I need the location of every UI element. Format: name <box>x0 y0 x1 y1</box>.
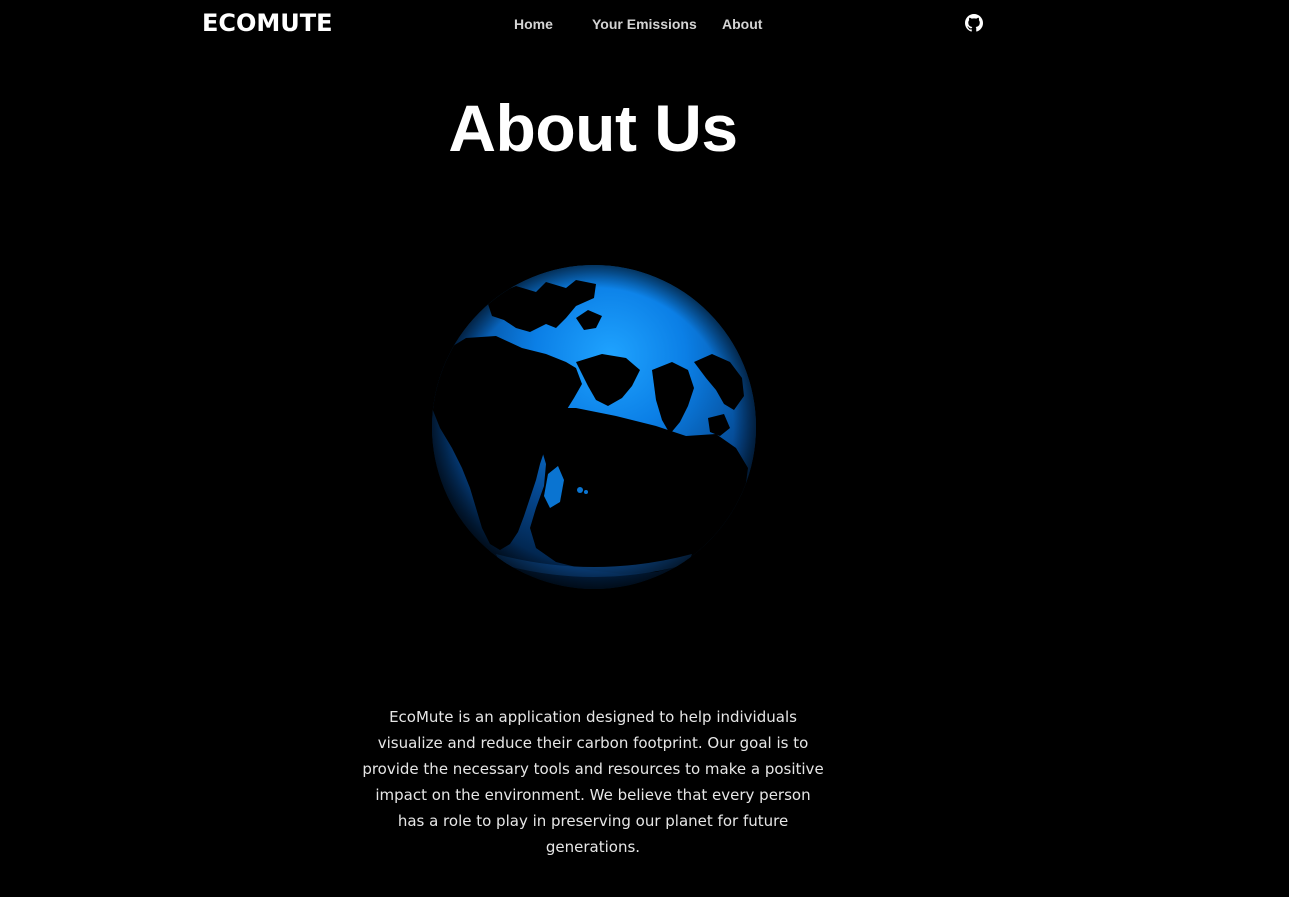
navbar: ECOMUTE Home Your Emissions About <box>0 0 1289 48</box>
about-page: ECOMUTE Home Your Emissions About About … <box>0 0 1289 897</box>
nav-link-about[interactable]: About <box>722 16 762 32</box>
brand-logo[interactable]: ECOMUTE <box>202 9 333 37</box>
page-title: About Us <box>448 91 738 165</box>
nav-link-home[interactable]: Home <box>514 16 553 32</box>
about-description: EcoMute is an application designed to he… <box>362 708 824 856</box>
github-icon[interactable] <box>965 14 983 32</box>
nav-link-your-emissions[interactable]: Your Emissions <box>592 16 697 32</box>
globe-image <box>426 258 762 598</box>
